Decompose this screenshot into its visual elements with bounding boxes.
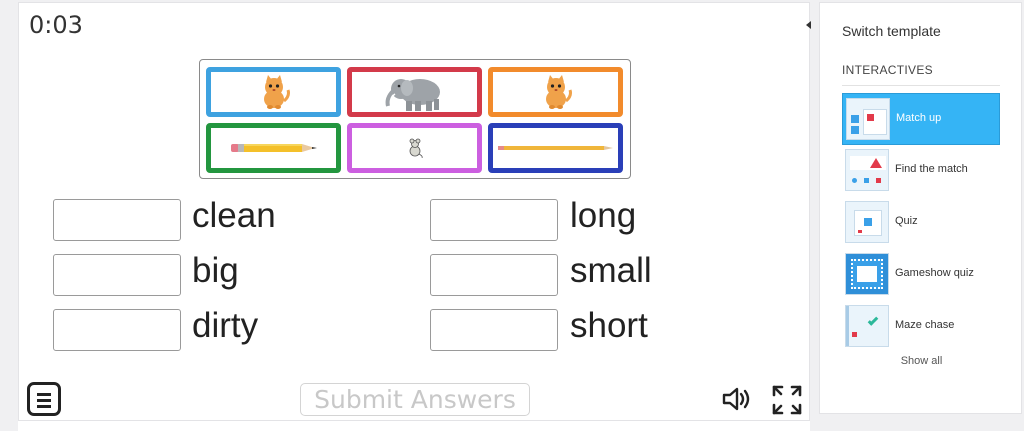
timer: 0:03	[29, 11, 83, 39]
gameshow-quiz-thumbnail-icon	[845, 253, 889, 295]
word-dirty: dirty	[192, 306, 259, 345]
pencil-icon	[497, 146, 613, 150]
menu-button[interactable]	[27, 382, 61, 416]
mouse-icon	[409, 138, 423, 158]
picture-tiles	[199, 59, 631, 179]
submit-answers-button[interactable]: Submit Answers	[300, 383, 530, 416]
tile-thin-pencil[interactable]	[488, 123, 623, 173]
speaker-icon[interactable]	[721, 385, 753, 413]
cat-icon	[263, 75, 290, 109]
answer-box-1[interactable]	[53, 199, 181, 241]
tile-cat-2[interactable]	[488, 67, 623, 117]
tile-cat[interactable]	[206, 67, 341, 117]
template-maze-chase[interactable]: Maze chase	[842, 301, 1000, 353]
collapse-sidebar-icon[interactable]	[806, 21, 811, 29]
answer-box-2[interactable]	[53, 254, 181, 296]
maze-chase-thumbnail-icon	[845, 305, 889, 347]
tile-mouse[interactable]	[347, 123, 482, 173]
answer-box-6[interactable]	[430, 309, 558, 351]
switch-template-panel: Switch template INTERACTIVES Match up Fi…	[819, 2, 1022, 414]
find-the-match-thumbnail-icon	[845, 149, 889, 191]
match-up-thumbnail-icon	[846, 98, 890, 140]
show-all-link[interactable]: Show all	[820, 355, 1023, 367]
tile-long-pencil[interactable]	[206, 123, 341, 173]
word-long: long	[570, 196, 637, 235]
cat-icon	[545, 75, 572, 109]
template-label: Quiz	[895, 215, 918, 227]
menu-icon	[37, 393, 51, 396]
fullscreen-icon[interactable]	[771, 384, 803, 416]
tile-elephant[interactable]	[347, 67, 482, 117]
word-short: short	[570, 306, 648, 345]
elephant-icon	[385, 79, 440, 111]
template-label: Maze chase	[895, 319, 955, 331]
template-gameshow-quiz[interactable]: Gameshow quiz	[842, 249, 1000, 301]
template-label: Gameshow quiz	[895, 267, 974, 279]
word-big: big	[192, 251, 239, 290]
template-quiz[interactable]: Quiz	[842, 197, 1000, 249]
answer-box-5[interactable]	[430, 254, 558, 296]
template-find-the-match[interactable]: Find the match	[842, 145, 1000, 197]
bottom-strip	[18, 420, 810, 431]
interactives-label: INTERACTIVES	[842, 63, 933, 77]
answer-box-4[interactable]	[430, 199, 558, 241]
template-match-up[interactable]: Match up	[842, 93, 1000, 145]
pencil-icon	[230, 144, 317, 152]
answer-box-3[interactable]	[53, 309, 181, 351]
game-panel: 0:03 clean big dirty long small short Su…	[18, 2, 811, 431]
template-label: Find the match	[895, 163, 968, 175]
word-small: small	[570, 251, 652, 290]
switch-template-title: Switch template	[842, 23, 941, 39]
template-label: Match up	[896, 112, 942, 124]
quiz-thumbnail-icon	[845, 201, 889, 243]
divider	[842, 85, 1000, 86]
word-clean: clean	[192, 196, 276, 235]
